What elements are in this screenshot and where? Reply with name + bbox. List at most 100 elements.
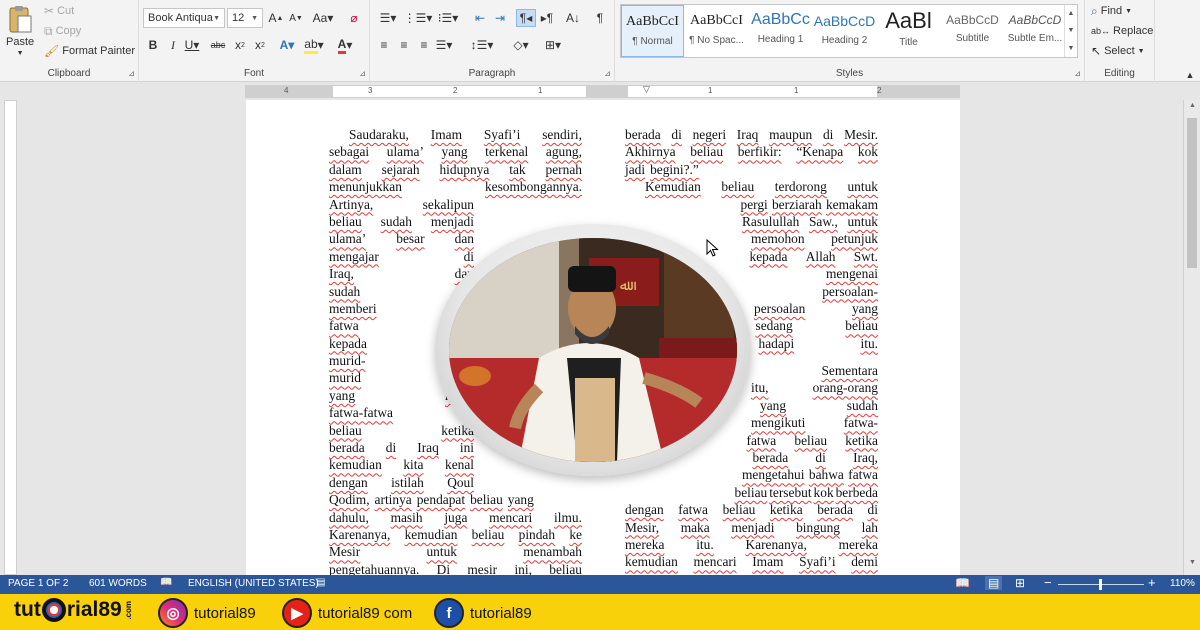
- find-button[interactable]: ⌕ Find ▼: [1091, 5, 1132, 17]
- font-family-select[interactable]: Book Antiqua ▼: [143, 8, 225, 28]
- decrease-indent-icon[interactable]: ⇤: [470, 9, 490, 27]
- text-line[interactable]: jadi begini?.”: [625, 161, 878, 178]
- print-layout-icon[interactable]: ▤: [985, 576, 1003, 590]
- text-line[interactable]: fatwa beliau ketika: [747, 432, 879, 449]
- underline-icon[interactable]: U▾: [182, 36, 202, 54]
- text-line[interactable]: yang sudah: [760, 397, 878, 414]
- text-line[interactable]: Mesir untuk menambah: [329, 543, 582, 560]
- clear-formatting-icon[interactable]: ⌀: [344, 9, 364, 27]
- zoom-out-icon[interactable]: −: [1044, 575, 1052, 590]
- text-line[interactable]: dahulu, masih juga mencari ilmu.: [329, 509, 582, 526]
- dialog-launcher-icon[interactable]: ⊿: [128, 69, 135, 78]
- text-line[interactable]: kepada Allah Swt.: [750, 248, 879, 265]
- text-line[interactable]: pergi berziarah kemakam: [741, 196, 879, 213]
- scroll-up-icon[interactable]: ▲: [1184, 102, 1200, 116]
- bold-icon[interactable]: B: [143, 36, 163, 54]
- proofing-icon[interactable]: 📖: [160, 577, 172, 588]
- ltr-direction-icon[interactable]: ¶◂: [516, 9, 536, 27]
- increase-indent-icon[interactable]: ⇥: [490, 9, 510, 27]
- text-line[interactable]: dengan istilah Qoul: [329, 474, 474, 491]
- numbering-icon[interactable]: ⋮☰▾: [404, 9, 433, 27]
- highlight-color-icon[interactable]: ab ▾: [304, 36, 324, 54]
- style-heading-1[interactable]: AaBbCc Heading 1: [749, 5, 812, 57]
- style-no-spacing[interactable]: AaBbCcI ¶ No Spac...: [685, 5, 748, 57]
- line-spacing-icon[interactable]: ↕☰▾: [469, 36, 495, 54]
- page-count[interactable]: PAGE 1 OF 2: [8, 578, 68, 589]
- text-effects-icon[interactable]: A▾: [277, 36, 297, 54]
- indent-marker-icon[interactable]: ▽: [643, 84, 650, 95]
- align-right-icon[interactable]: ≡: [414, 36, 434, 54]
- shrink-font-icon[interactable]: A ▼: [286, 9, 306, 27]
- text-line[interactable]: Kemudian beliau terdorong untuk: [625, 178, 878, 195]
- show-marks-icon[interactable]: ¶: [590, 9, 610, 27]
- text-line[interactable]: menunjukkan kesombongannya.: [329, 178, 582, 195]
- style-subtitle[interactable]: AaBbCcD Subtitle: [941, 5, 1004, 57]
- copy-button[interactable]: ⧉ Copy: [44, 25, 81, 37]
- text-line[interactable]: mengetahui bahwa fatwa: [742, 466, 878, 483]
- shading-icon[interactable]: ◇▾: [508, 36, 534, 54]
- facebook-link[interactable]: f tutorial89: [434, 598, 532, 628]
- style-title[interactable]: AaBl Title: [877, 5, 940, 57]
- text-line[interactable]: Karenanya, kemudian beliau pindah ke: [329, 526, 582, 543]
- word-count[interactable]: 601 WORDS: [89, 578, 147, 589]
- replace-button[interactable]: ab↔ Replace: [1091, 25, 1153, 37]
- text-line[interactable]: Artinya, sekalipun: [329, 196, 474, 213]
- text-line[interactable]: beliau ketika: [329, 422, 474, 439]
- grow-font-icon[interactable]: A ▲: [266, 9, 286, 27]
- paste-button[interactable]: Paste ▼: [6, 4, 34, 57]
- text-line[interactable]: memohon petunjuk: [751, 230, 878, 247]
- text-line[interactable]: kemudian mencari Imam Syafi’i demi: [625, 553, 878, 570]
- zoom-level[interactable]: 110%: [1170, 578, 1195, 589]
- rtl-direction-icon[interactable]: ▸¶: [537, 9, 557, 27]
- select-button[interactable]: ↖ Select ▼: [1091, 45, 1145, 57]
- text-line[interactable]: berada di Iraq,: [753, 449, 879, 466]
- portrait-photo-frame[interactable]: ﷲ: [435, 224, 751, 476]
- text-line[interactable]: hadapi itu.: [759, 335, 879, 352]
- text-line[interactable]: berada di Iraq ini: [329, 439, 474, 456]
- youtube-link[interactable]: ▶ tutorial89 com: [282, 598, 412, 628]
- subscript-icon[interactable]: x2: [230, 36, 250, 54]
- style-subtle-emphasis[interactable]: AaBbCcD Subtle Em...: [1005, 5, 1065, 57]
- ruler-column-gap[interactable]: [586, 86, 628, 97]
- borders-icon[interactable]: ⊞▾: [540, 36, 566, 54]
- web-layout-icon[interactable]: ⊞: [1015, 576, 1025, 590]
- text-line[interactable]: mengajar di: [329, 248, 474, 265]
- document-page[interactable]: Saudaraku, Imam Syafi’i sendiri, sebagai ulam…: [246, 100, 960, 575]
- text-line[interactable]: sedang beliau: [756, 317, 879, 334]
- text-line[interactable]: dengan fatwa beliau ketika berada di: [625, 501, 878, 518]
- font-color-icon[interactable]: A ▾: [335, 36, 355, 54]
- multilevel-list-icon[interactable]: ⁝☰▾: [434, 9, 462, 27]
- italic-icon[interactable]: I: [163, 36, 183, 54]
- superscript-icon[interactable]: x2: [250, 36, 270, 54]
- text-line[interactable]: kemudian kita kenal: [329, 456, 474, 473]
- macro-icon[interactable]: ▤: [316, 577, 325, 588]
- text-line[interactable]: itu, orang-orang: [751, 379, 878, 396]
- zoom-in-icon[interactable]: +: [1148, 575, 1156, 590]
- text-line[interactable]: mereka itu. Karenanya, mereka: [625, 536, 878, 553]
- chevron-up-icon[interactable]: ▲: [1068, 10, 1075, 17]
- text-line[interactable]: mengikuti fatwa-: [751, 414, 878, 431]
- text-line[interactable]: Qodim, artinya pendapat beliau yang: [329, 491, 582, 508]
- format-painter-button[interactable]: 🖌 Format Painter: [44, 45, 135, 57]
- dialog-launcher-icon[interactable]: ⊿: [359, 69, 366, 78]
- cut-button[interactable]: ✂ Cut: [44, 5, 74, 17]
- text-line[interactable]: ulama’ besar dan: [329, 230, 474, 247]
- vertical-scrollbar[interactable]: ▲ ▼: [1183, 100, 1200, 575]
- text-line[interactable]: Mesir, maka menjadi bingung lah: [625, 519, 878, 536]
- language[interactable]: ENGLISH (UNITED STATES): [188, 578, 319, 589]
- text-line[interactable]: persoalan yang: [754, 300, 878, 317]
- justify-icon[interactable]: ☰▾: [434, 36, 454, 54]
- text-line[interactable]: beliau tersebut kok berbeda: [735, 484, 879, 501]
- text-line[interactable]: Rasulullah Saw., untuk: [742, 213, 878, 230]
- dialog-launcher-icon[interactable]: ⊿: [1074, 69, 1081, 78]
- bullets-icon[interactable]: ☰▾: [374, 9, 402, 27]
- text-line[interactable]: beliau sudah menjadi: [329, 213, 474, 230]
- scroll-down-icon[interactable]: ▼: [1184, 559, 1200, 573]
- align-left-icon[interactable]: ≡: [374, 36, 394, 54]
- style-heading-2[interactable]: AaBbCcD Heading 2: [813, 5, 876, 57]
- font-size-select[interactable]: 12 ▼: [227, 8, 263, 28]
- instagram-link[interactable]: ◎ tutorial89: [158, 598, 256, 628]
- chevron-down-icon[interactable]: ▼: [1068, 27, 1075, 34]
- text-line[interactable]: Akhirnya beliau berfikir: “Kenapa kok: [625, 143, 878, 160]
- text-line[interactable]: Saudaraku, Imam Syafi’i sendiri,: [329, 126, 582, 143]
